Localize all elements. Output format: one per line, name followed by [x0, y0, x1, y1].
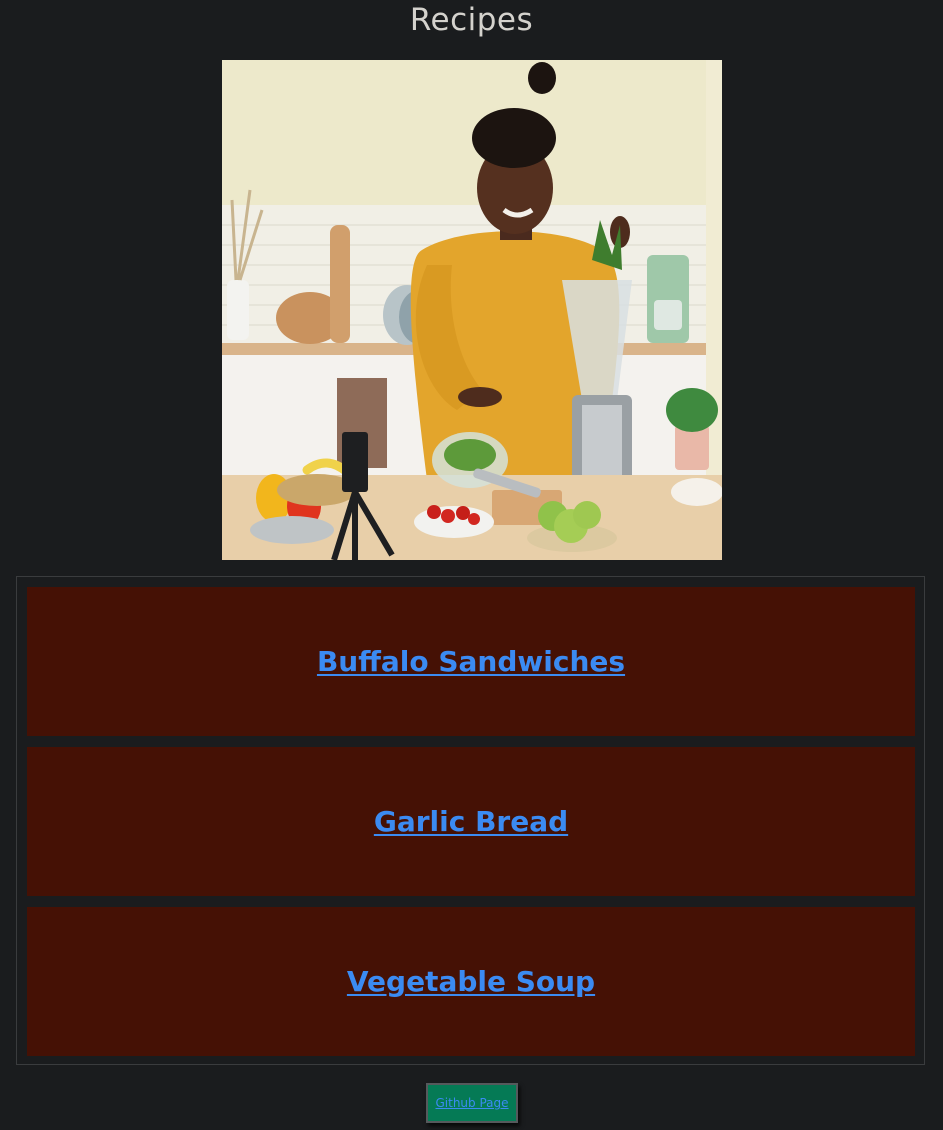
recipe-link-buffalo-sandwiches[interactable]: Buffalo Sandwiches: [317, 645, 625, 678]
recipe-card: Buffalo Sandwiches: [27, 587, 915, 736]
recipe-card: Garlic Bread: [27, 747, 915, 896]
recipe-list: Buffalo Sandwiches Garlic Bread Vegetabl…: [16, 576, 925, 1065]
recipe-link-vegetable-soup[interactable]: Vegetable Soup: [347, 965, 595, 998]
kitchen-photo-illustration: [222, 60, 722, 560]
recipe-card: Vegetable Soup: [27, 907, 915, 1056]
hero-image: [222, 60, 722, 560]
github-page-button[interactable]: Github Page: [426, 1083, 518, 1123]
recipe-link-garlic-bread[interactable]: Garlic Bread: [374, 805, 568, 838]
page-title: Recipes: [409, 2, 534, 38]
github-page-link[interactable]: Github Page: [435, 1096, 508, 1110]
